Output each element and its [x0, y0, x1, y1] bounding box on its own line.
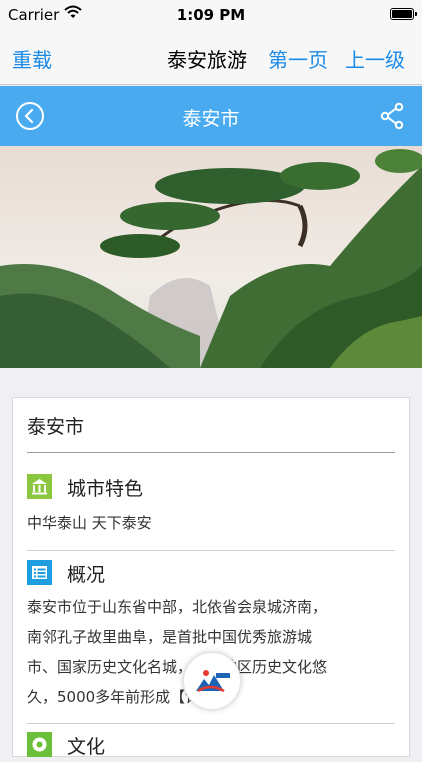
overview-line-2: 南邻孔子故里曲阜，是首批中国优秀旅游城 — [27, 628, 313, 646]
title-divider — [27, 452, 395, 453]
battery-icon — [390, 8, 417, 20]
leaf-icon — [27, 732, 52, 757]
section-heading: 城市特色 — [67, 478, 144, 500]
section-divider — [27, 723, 395, 724]
section-text: 中华泰山 天下泰安 — [27, 514, 152, 532]
overview-line-1: 泰安市位于山东省中部，北依省会泉城济南， — [27, 598, 328, 616]
nav-bar: 重载 泰安旅游 第一页 上一级 — [0, 30, 422, 85]
status-bar: Carrier 1:09 PM — [0, 0, 422, 30]
taian-logo-icon — [196, 670, 230, 693]
section-culture[interactable]: 文化 — [27, 732, 395, 762]
up-level-button[interactable]: 上一级 — [345, 44, 405, 73]
share-icon[interactable] — [380, 102, 404, 130]
first-page-button[interactable]: 第一页 — [268, 44, 328, 73]
reload-button[interactable]: 重载 — [12, 44, 52, 73]
card-title: 泰安市 — [27, 416, 85, 438]
hero-image — [0, 146, 422, 368]
section-heading: 文化 — [67, 736, 106, 758]
page-title: 泰安市 — [182, 108, 240, 130]
app-title: 泰安旅游 — [167, 48, 247, 72]
section-city-features[interactable]: 城市特色 中华泰山 天下泰安 — [27, 474, 395, 551]
section-divider — [27, 550, 395, 551]
section-heading: 概况 — [67, 564, 106, 586]
building-icon — [27, 474, 52, 499]
taian-logo-button[interactable] — [183, 652, 241, 710]
list-icon — [27, 560, 52, 585]
page-header: 泰安市 — [0, 86, 422, 146]
status-time: 1:09 PM — [176, 6, 246, 24]
